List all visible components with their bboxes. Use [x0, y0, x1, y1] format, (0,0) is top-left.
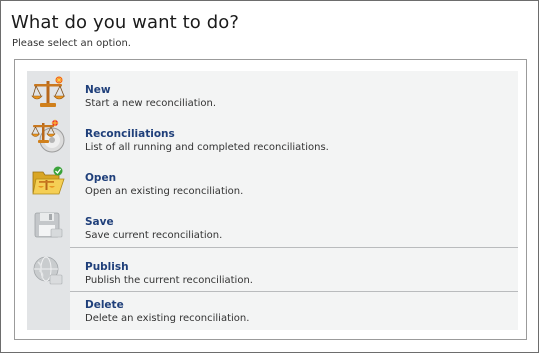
option-open-description: Open an existing reconciliation. [85, 186, 244, 197]
page-subtitle: Please select an option. [12, 38, 131, 49]
option-publish-title[interactable]: Publish [85, 261, 129, 273]
scales-new-icon [31, 76, 65, 107]
option-save-description: Save current reconciliation. [85, 230, 223, 241]
option-publish-description: Publish the current reconciliation. [85, 275, 253, 286]
option-new[interactable]: New Start a new reconciliation. [27, 71, 518, 115]
options-list: New Start a new reconciliation. Reconcil… [27, 71, 518, 330]
option-delete[interactable]: Delete Delete an existing reconciliation… [27, 292, 518, 330]
option-reconciliations[interactable]: Reconciliations List of all running and … [27, 115, 518, 159]
dialog-frame: What do you want to do? Please select an… [0, 0, 539, 353]
folder-open-icon [32, 166, 65, 195]
scales-disc-icon [31, 119, 65, 153]
option-new-title[interactable]: New [85, 84, 111, 96]
options-panel: New Start a new reconciliation. Reconcil… [14, 59, 527, 340]
option-save-title[interactable]: Save [85, 216, 114, 228]
page-title: What do you want to do? [11, 12, 239, 33]
globe-publish-icon [33, 256, 63, 285]
floppy-disk-icon [34, 212, 63, 238]
option-new-description: Start a new reconciliation. [85, 98, 217, 109]
option-save[interactable]: Save Save current reconciliation. [27, 203, 518, 247]
option-publish[interactable]: Publish Publish the current reconciliati… [27, 248, 518, 291]
option-reconciliations-title[interactable]: Reconciliations [85, 128, 175, 140]
option-delete-title[interactable]: Delete [85, 299, 124, 311]
option-open-title[interactable]: Open [85, 172, 116, 184]
option-open[interactable]: Open Open an existing reconciliation. [27, 159, 518, 203]
option-delete-description: Delete an existing reconciliation. [85, 313, 250, 324]
option-reconciliations-description: List of all running and completed reconc… [85, 142, 329, 153]
